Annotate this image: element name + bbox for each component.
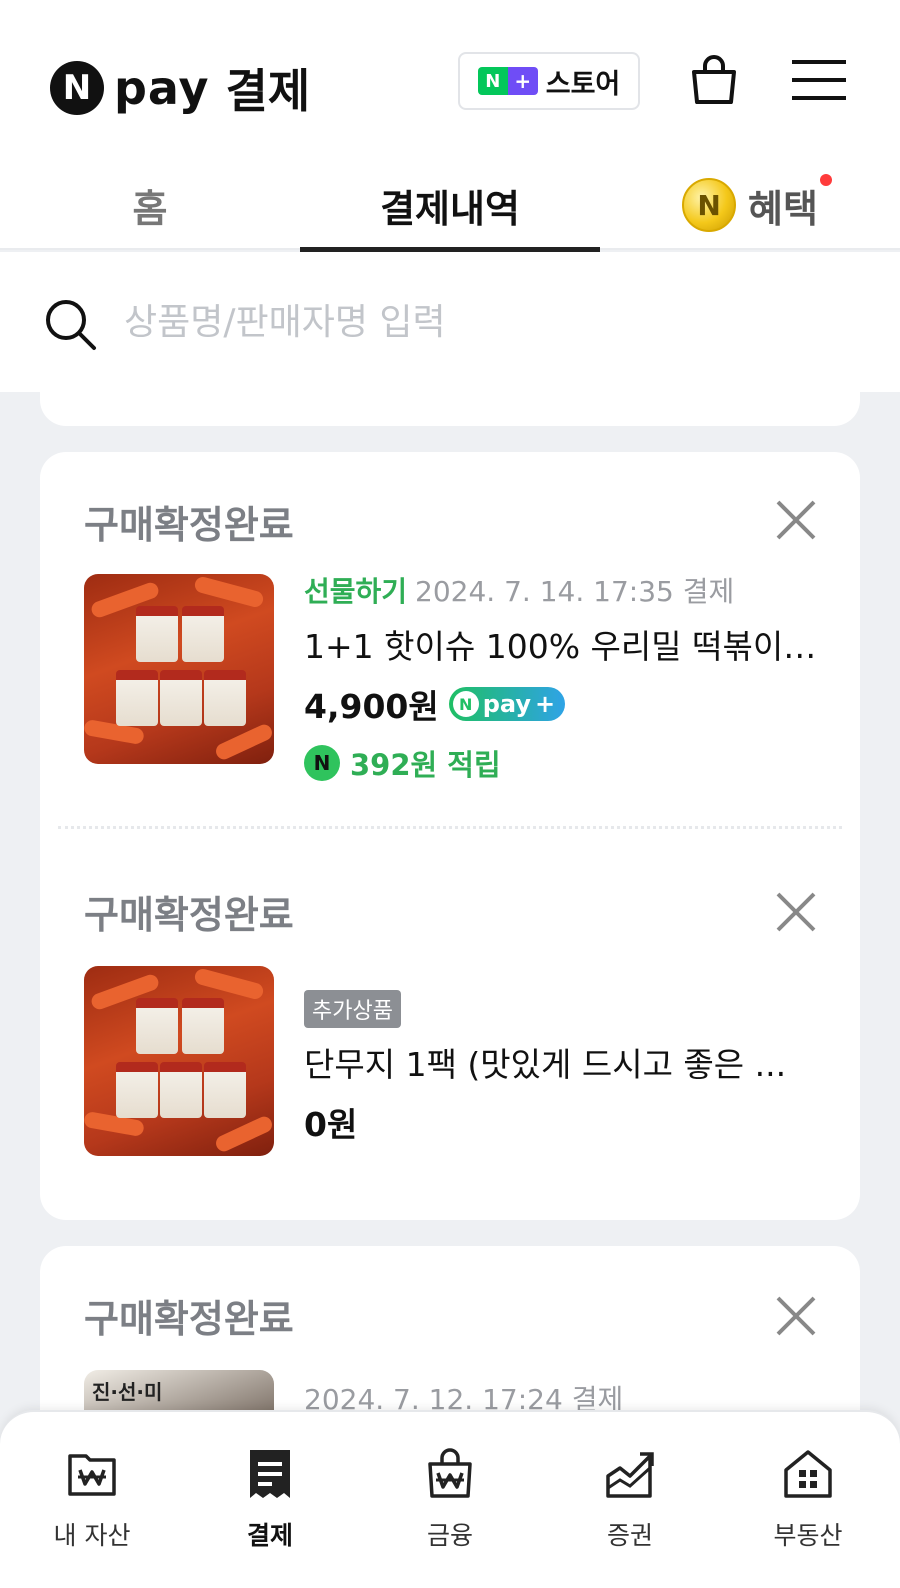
notification-dot xyxy=(820,174,832,186)
search-icon xyxy=(46,300,96,350)
npay-coin-icon: N xyxy=(682,178,737,232)
plus-icon: + xyxy=(535,690,556,718)
npay-mark-icon: N xyxy=(452,691,479,717)
app-header: N pay 결제 N + 스토어 xyxy=(0,0,900,160)
npay-plus-badge: N pay + xyxy=(448,687,566,721)
npay-logo-mark: N xyxy=(50,61,104,115)
close-icon[interactable] xyxy=(774,1294,818,1338)
order-date: 2024. 7. 14. 17:35 결제 xyxy=(415,575,735,608)
order-card: 구매확정완료 선물하기 2024. 7. 14. 17:35 결제 1+1 핫이… xyxy=(40,452,860,1220)
gift-label: 선물하기 xyxy=(304,575,408,608)
npoint-icon: N xyxy=(304,745,340,781)
order-info: 선물하기 2024. 7. 14. 17:35 결제 1+1 핫이슈 100% 우… xyxy=(304,570,820,784)
close-icon[interactable] xyxy=(774,890,818,934)
product-price: 4,900원 xyxy=(304,687,439,726)
order-item[interactable]: 구매확정완료 추가상품 단무지 1팩 (맛있게 드시고 좋은 ... 0원 xyxy=(40,828,860,1220)
nav-real-estate[interactable]: 부동산 xyxy=(718,1412,898,1562)
order-meta: 선물하기 2024. 7. 14. 17:35 결제 xyxy=(304,570,820,610)
chart-up-icon xyxy=(606,1452,654,1498)
payments-page: N pay 결제 N + 스토어 홈 결제내역 N 혜택 상품명/판매자명 입력… xyxy=(0,0,900,1588)
order-status: 구매확정완료 xyxy=(84,893,294,937)
price-row: 4,900원 N pay + xyxy=(304,680,820,728)
bottom-navigation: 내 자산 결제 금융 증권 부동산 xyxy=(0,1410,900,1588)
store-label: 스토어 xyxy=(545,68,621,100)
logo-pay-text: pay xyxy=(114,61,210,115)
page-title: 결제 xyxy=(225,64,311,118)
addon-badge: 추가상품 xyxy=(304,990,401,1028)
shopping-bag-icon[interactable] xyxy=(686,52,742,108)
store-button[interactable]: N + 스토어 xyxy=(458,52,640,110)
order-info: 추가상품 단무지 1팩 (맛있게 드시고 좋은 ... 0원 xyxy=(304,990,820,1146)
order-status: 구매확정완료 xyxy=(84,1297,294,1341)
search-input[interactable] xyxy=(124,292,824,352)
product-thumbnail[interactable] xyxy=(84,574,274,764)
product-title[interactable]: 단무지 1팩 (맛있게 드시고 좋은 ... xyxy=(304,1038,820,1086)
order-item[interactable]: 구매확정완료 선물하기 2024. 7. 14. 17:35 결제 1+1 핫이… xyxy=(40,452,860,826)
nav-my-assets[interactable]: 내 자산 xyxy=(2,1412,182,1562)
npay-logo[interactable]: N pay 결제 xyxy=(50,55,310,121)
nplus-store-icon: N + xyxy=(477,67,538,95)
wallet-won-icon xyxy=(68,1454,116,1496)
nav-finance[interactable]: 금융 xyxy=(360,1412,540,1562)
nav-payments[interactable]: 결제 xyxy=(180,1412,360,1562)
order-status: 구매확정완료 xyxy=(84,503,294,547)
tab-payment-history[interactable]: 결제내역 xyxy=(300,160,600,252)
close-icon[interactable] xyxy=(774,498,818,542)
product-thumbnail[interactable] xyxy=(84,966,274,1156)
reward-amount: 392원 적립 xyxy=(350,748,501,782)
tab-home[interactable]: 홈 xyxy=(0,160,300,250)
house-icon xyxy=(784,1450,832,1498)
price-row: 0원 xyxy=(304,1098,820,1146)
main-tabs: 홈 결제내역 N 혜택 xyxy=(0,160,900,252)
product-title[interactable]: 1+1 핫이슈 100% 우리밀 떡볶이 ... xyxy=(304,620,820,668)
bag-won-icon xyxy=(428,1448,472,1498)
tab-benefits[interactable]: N 혜택 xyxy=(600,160,900,250)
hamburger-menu-icon[interactable] xyxy=(792,56,846,104)
nav-securities[interactable]: 증권 xyxy=(540,1412,720,1562)
product-price: 0원 xyxy=(304,1105,358,1144)
receipt-icon xyxy=(250,1450,290,1498)
previous-order-card xyxy=(40,360,860,426)
reward-row: N 392원 적립 xyxy=(304,742,820,784)
tab-benefits-label: 혜택 xyxy=(748,186,818,231)
